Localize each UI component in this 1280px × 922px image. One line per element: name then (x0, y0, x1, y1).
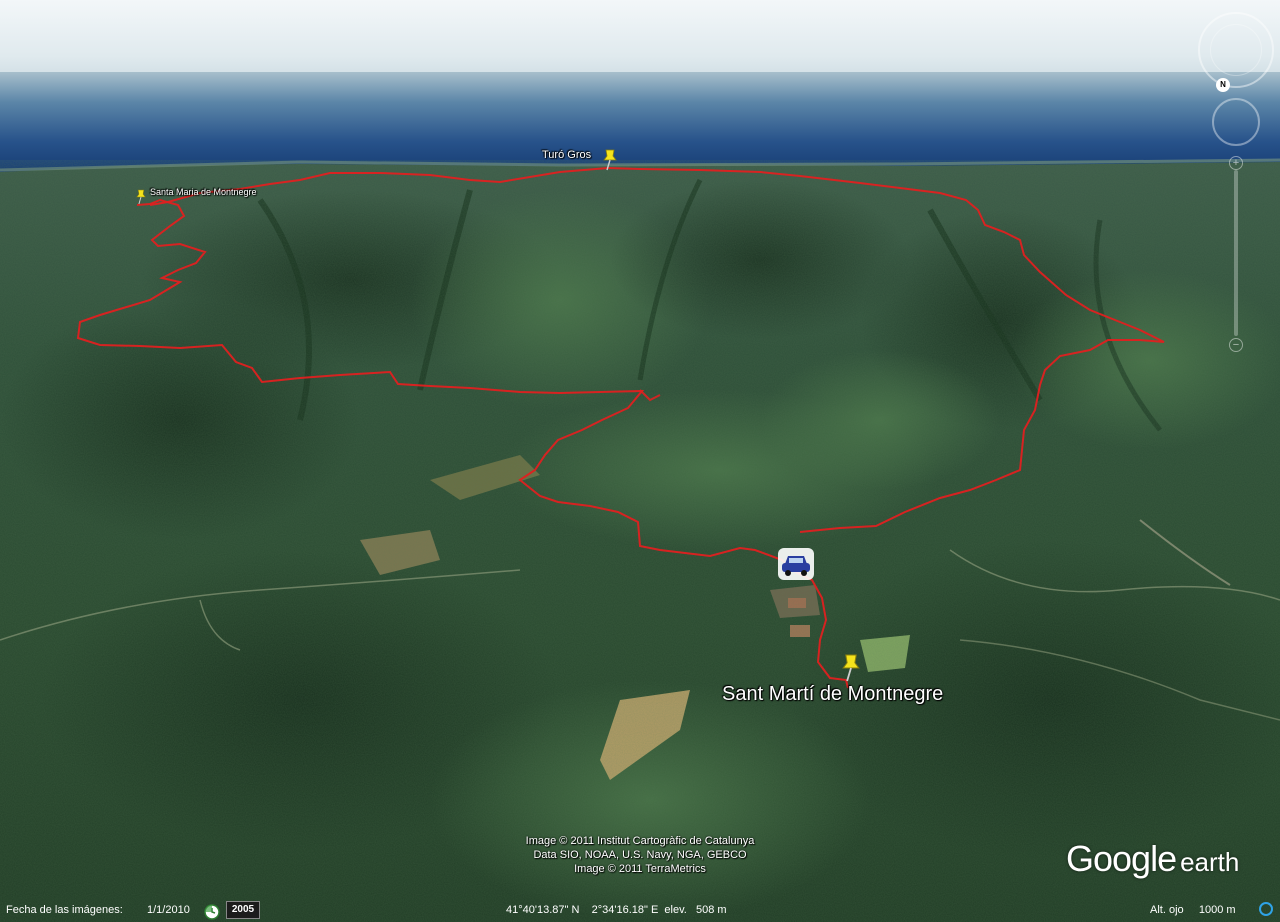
zoom-slider[interactable] (1234, 170, 1238, 336)
imagery-date-value: 1/1/2010 (147, 904, 190, 916)
pushpin-santa-maria-icon[interactable] (134, 188, 148, 206)
zoom-in-button[interactable]: + (1229, 156, 1243, 170)
imagery-date-label: Fecha de las imágenes: (6, 904, 123, 916)
historical-year-button[interactable]: 2005 (226, 901, 260, 919)
map-viewport[interactable]: Turó Gros Santa Maria de Montnegre Sant … (0, 0, 1280, 922)
eye-altitude-readout: Alt. ojo 1000 m (1150, 904, 1236, 916)
attribution-line: Image © 2011 Institut Cartogràfic de Cat… (525, 835, 755, 847)
look-joystick[interactable] (1210, 24, 1262, 76)
pushpin-sant-marti-icon[interactable] (838, 652, 864, 684)
car-icon[interactable] (776, 546, 816, 582)
label-turo-gros[interactable]: Turó Gros (542, 149, 591, 161)
coordinates-readout: 41°40'13.87" N 2°34'16.18" E elev. 508 m (506, 904, 727, 916)
label-sant-marti[interactable]: Sant Martí de Montnegre (722, 683, 943, 706)
north-indicator-icon[interactable]: N (1216, 78, 1230, 92)
google-earth-logo: Google earth (1066, 838, 1239, 880)
status-bar: Fecha de las imágenes: 1/1/2010 41°40'13… (0, 898, 1280, 922)
attribution-line: Image © 2011 TerraMetrics (574, 863, 706, 875)
move-control[interactable] (1212, 98, 1260, 146)
logo-google-text: Google (1066, 838, 1177, 879)
attribution: Image © 2011 Institut Cartogràfic de Cat… (470, 834, 810, 876)
pushpin-turo-gros-icon[interactable] (600, 148, 620, 172)
attribution-line: Data SIO, NOAA, U.S. Navy, NGA, GEBCO (533, 849, 747, 861)
historical-imagery-clock-icon[interactable] (204, 904, 220, 920)
streaming-indicator-icon[interactable] (1258, 901, 1274, 917)
logo-earth-text: earth (1180, 847, 1240, 877)
label-santa-maria[interactable]: Santa Maria de Montnegre (150, 187, 257, 197)
terrain-imagery (0, 0, 1280, 922)
zoom-out-button[interactable]: − (1229, 338, 1243, 352)
